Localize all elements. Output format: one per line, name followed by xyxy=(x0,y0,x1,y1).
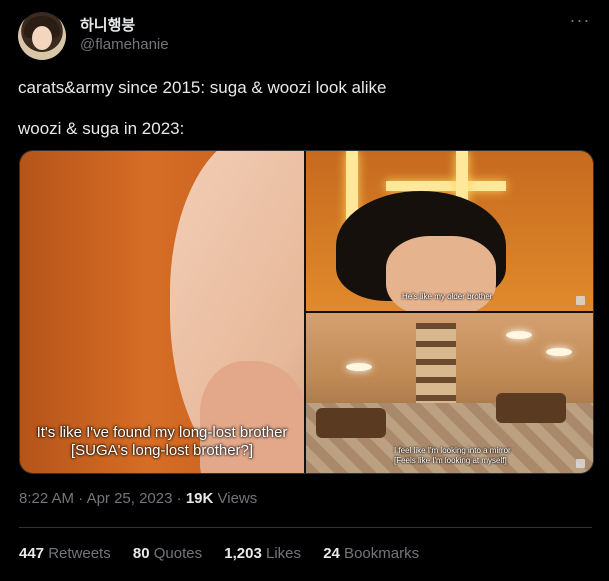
table-shape xyxy=(496,393,566,423)
quotes-stat[interactable]: 80 Quotes xyxy=(133,545,202,562)
media-image-bottom-right[interactable]: I feel like I'm looking into a mirror [F… xyxy=(306,313,593,473)
media-grid[interactable]: It's like I've found my long-lost brothe… xyxy=(19,150,594,474)
avatar-face xyxy=(32,26,52,50)
ceiling-lamp xyxy=(346,363,372,371)
bookmarks-stat[interactable]: 24 Bookmarks xyxy=(323,545,419,562)
tweet-meta: 8:22 AM · Apr 25, 2023 · 19K Views xyxy=(19,490,257,507)
bookmarks-label: Bookmarks xyxy=(339,545,420,562)
likes-stat[interactable]: 1,203 Likes xyxy=(224,545,301,562)
display-name[interactable]: 하니행붕 xyxy=(80,14,135,35)
bookshelf xyxy=(416,323,456,403)
ceiling-lamp xyxy=(546,348,572,356)
quotes-label: Quotes xyxy=(149,545,203,562)
tweet-text-line-1: carats&army since 2015: suga & woozi loo… xyxy=(18,78,387,97)
subtitle-top-right: He's like my older brother xyxy=(402,292,493,301)
subtitle-bottom-right-line-1: I feel like I'm looking into a mirror xyxy=(394,446,511,455)
retweets-label: Retweets xyxy=(44,545,111,562)
subtitle-left-line-1: It's like I've found my long-lost brothe… xyxy=(36,424,288,441)
likes-count: 1,203 xyxy=(224,545,262,562)
tweet-time[interactable]: 8:22 AM xyxy=(19,490,74,507)
quotes-count: 80 xyxy=(132,545,150,562)
meta-separator: · xyxy=(74,490,87,507)
likes-label: Likes xyxy=(261,545,302,562)
ceiling-lamp xyxy=(506,331,532,339)
more-dots-icon[interactable]: ··· xyxy=(566,11,594,34)
bookmarks-count: 24 xyxy=(323,545,340,562)
engagement-stats: 447 Retweets 80 Quotes 1,203 Likes 24 Bo… xyxy=(19,545,437,562)
corner-icon xyxy=(576,296,585,305)
retweets-count: 447 xyxy=(19,545,45,562)
divider xyxy=(19,527,592,528)
media-image-top-right[interactable]: He's like my older brother xyxy=(306,151,593,311)
tweet-date[interactable]: Apr 25, 2023 xyxy=(87,490,173,507)
subtitle-bottom-right-line-2: [Feels like I'm looking at myself] xyxy=(394,456,507,465)
meta-separator: · xyxy=(172,490,186,507)
views-count: 19K xyxy=(185,490,214,507)
retweets-stat[interactable]: 447 Retweets xyxy=(19,545,111,562)
neon-light xyxy=(386,181,506,191)
user-handle[interactable]: @flamehanie xyxy=(80,36,169,53)
corner-icon xyxy=(576,459,585,468)
avatar[interactable] xyxy=(18,12,66,60)
views-label: Views xyxy=(213,490,258,507)
media-image-left[interactable]: It's like I've found my long-lost brothe… xyxy=(20,151,304,473)
subtitle-left-line-2: [SUGA's long-lost brother?] xyxy=(70,442,254,459)
table-shape xyxy=(316,408,386,438)
tweet-text-line-2: woozi & suga in 2023: xyxy=(18,119,185,138)
